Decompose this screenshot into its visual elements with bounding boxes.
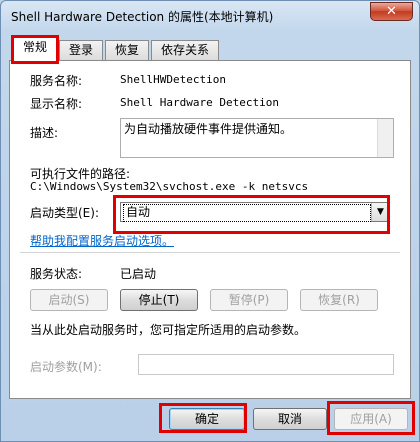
tab-general[interactable]: 常规 — [13, 37, 57, 62]
service-status-value: 已启动 — [120, 267, 157, 281]
apply-button[interactable]: 应用(A) — [334, 408, 408, 430]
window-title: Shell Hardware Detection 的属性(本地计算机) — [11, 10, 274, 24]
close-button[interactable]: ✕ — [370, 2, 413, 21]
resume-button[interactable]: 恢复(R) — [300, 289, 378, 311]
description-scrollbar[interactable] — [377, 119, 393, 157]
description-label: 描述: — [30, 126, 59, 140]
service-status-label: 服务状态: — [30, 267, 83, 281]
service-name-value: ShellHWDetection — [120, 73, 226, 86]
start-params-input[interactable] — [138, 354, 394, 375]
display-name-value[interactable]: Shell Hardware Detection — [120, 96, 279, 109]
title-bar[interactable]: Shell Hardware Detection 的属性(本地计算机) ✕ — [1, 1, 419, 31]
pause-button[interactable]: 暂停(P) — [210, 289, 288, 311]
startup-type-value: 自动 — [123, 204, 371, 222]
exe-path-value[interactable]: C:\Windows\System32\svchost.exe -k netsv… — [30, 180, 308, 193]
start-button[interactable]: 启动(S) — [30, 289, 108, 311]
startup-type-select[interactable]: 自动 ▼ — [120, 202, 390, 222]
description-text: 为自动播放硬件事件提供通知。 — [124, 122, 293, 136]
divider — [20, 252, 400, 253]
properties-window: Shell Hardware Detection 的属性(本地计算机) ✕ 常规… — [0, 0, 420, 442]
ok-button[interactable]: 确定 — [169, 408, 245, 430]
start-params-label: 启动参数(M): — [30, 360, 102, 374]
general-panel: 服务名称: ShellHWDetection 显示名称: Shell Hardw… — [9, 60, 411, 399]
tab-logon[interactable]: 登录 — [59, 40, 103, 60]
tab-recovery[interactable]: 恢复 — [105, 40, 149, 60]
close-icon: ✕ — [386, 4, 397, 19]
start-params-hint: 当从此处启动服务时，您可指定所适用的启动参数。 — [30, 323, 307, 337]
startup-type-label: 启动类型(E): — [30, 206, 99, 220]
description-box[interactable]: 为自动播放硬件事件提供通知。 — [120, 118, 394, 158]
chevron-down-icon[interactable]: ▼ — [371, 203, 389, 221]
display-name-label: 显示名称: — [30, 97, 83, 111]
cancel-button[interactable]: 取消 — [253, 408, 327, 430]
stop-button[interactable]: 停止(T) — [120, 289, 198, 311]
tab-dependencies[interactable]: 依存关系 — [151, 40, 219, 60]
help-configure-link[interactable]: 帮助我配置服务启动选项。 — [30, 232, 174, 249]
service-name-label: 服务名称: — [30, 74, 83, 88]
